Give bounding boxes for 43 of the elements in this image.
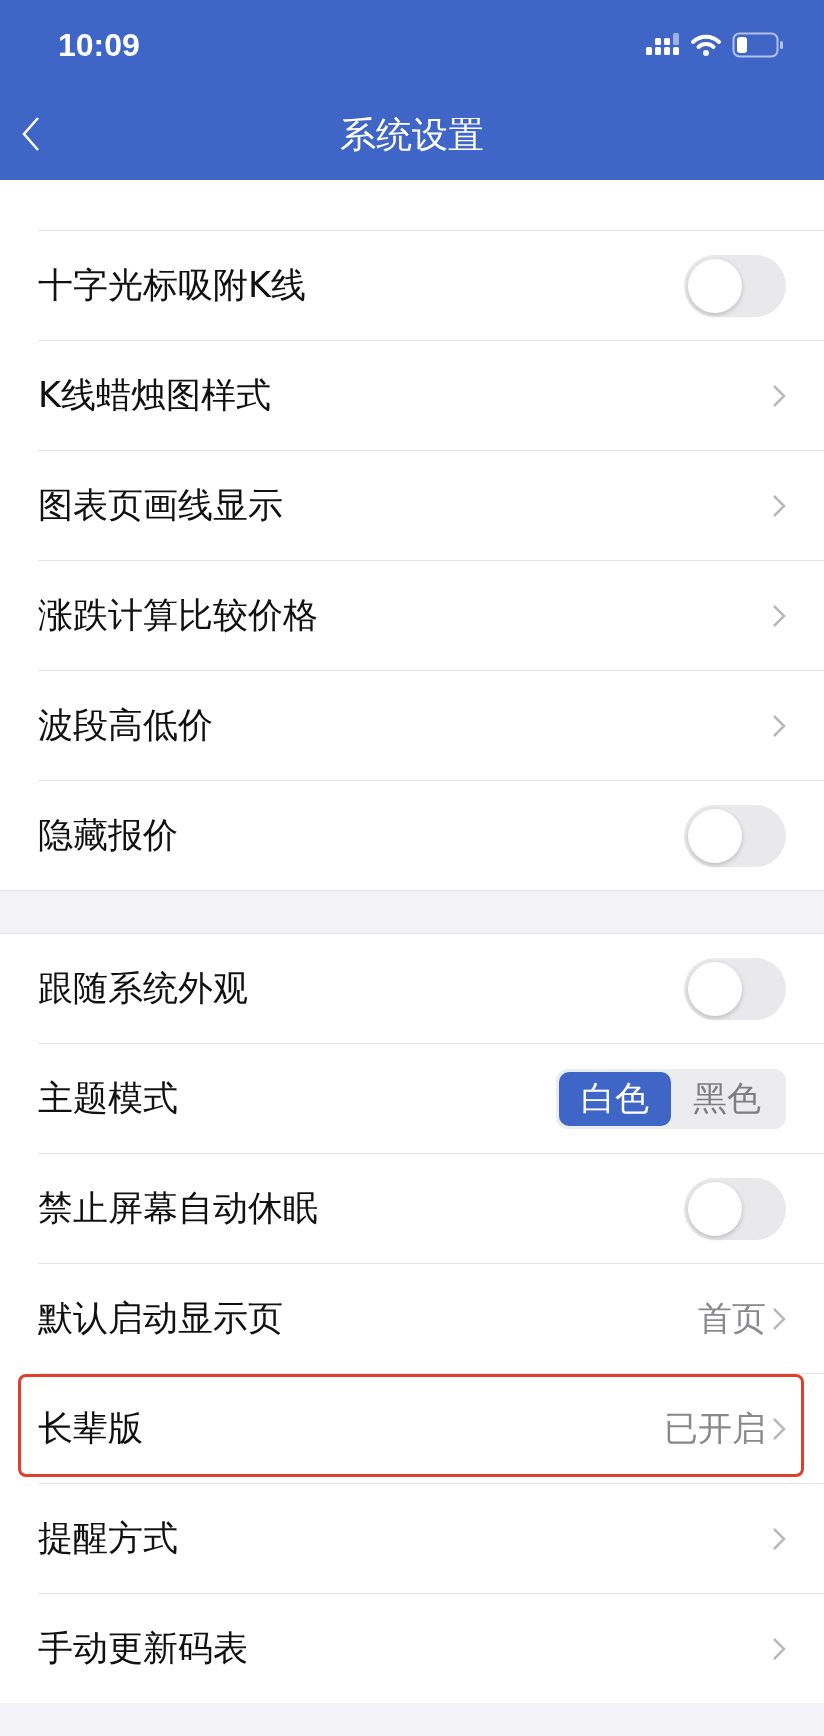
settings-row[interactable]: 波段高低价 bbox=[38, 671, 824, 781]
row-label: 手动更新码表 bbox=[38, 1627, 248, 1670]
settings-row[interactable]: 涨跌计算比较价格 bbox=[38, 561, 824, 671]
row-label: K线蜡烛图样式 bbox=[38, 374, 271, 417]
settings-row[interactable]: 默认启动显示页 首页 bbox=[38, 1264, 824, 1374]
row-value: 首页 bbox=[698, 1296, 766, 1340]
settings-row[interactable]: 隐藏报价 bbox=[38, 781, 824, 890]
segment-option[interactable]: 白色 bbox=[559, 1071, 671, 1126]
row-label: 跟随系统外观 bbox=[38, 967, 248, 1010]
chevron-icon bbox=[772, 1636, 786, 1661]
row-label: 图表页画线显示 bbox=[38, 484, 283, 527]
chevron-icon bbox=[772, 383, 786, 408]
row-label: 十字光标吸附K线 bbox=[38, 264, 306, 307]
signal-icon bbox=[646, 33, 680, 57]
row-label: 默认启动显示页 bbox=[38, 1297, 283, 1340]
settings-row[interactable]: 手动更新码表 bbox=[38, 1594, 824, 1703]
settings-row[interactable]: 禁止屏幕自动休眠 bbox=[38, 1154, 824, 1264]
row-label: 提醒方式 bbox=[38, 1517, 178, 1560]
settings-row[interactable]: 十字光标吸附K线 bbox=[38, 231, 824, 341]
settings-row[interactable]: 跟随系统外观 bbox=[38, 934, 824, 1044]
status-time: 10:09 bbox=[58, 26, 140, 64]
row-label: 涨跌计算比较价格 bbox=[38, 594, 318, 637]
chevron-icon bbox=[772, 603, 786, 628]
settings-row[interactable]: 长辈版 已开启 bbox=[38, 1374, 824, 1484]
row-label: 隐藏报价 bbox=[38, 814, 178, 857]
chevron-icon bbox=[772, 1526, 786, 1551]
chevron-icon bbox=[772, 1416, 786, 1441]
battery-icon bbox=[732, 32, 784, 58]
wifi-icon bbox=[690, 33, 722, 57]
back-icon[interactable] bbox=[22, 116, 40, 152]
row-label: 主题模式 bbox=[38, 1077, 178, 1120]
row-label: 波段高低价 bbox=[38, 704, 213, 747]
settings-row[interactable]: 图表页画线显示 bbox=[38, 451, 824, 561]
row-label: 长辈版 bbox=[38, 1407, 143, 1450]
settings-row[interactable]: 主题模式 白色 黑色 bbox=[38, 1044, 824, 1154]
row-value: 已开启 bbox=[664, 1406, 766, 1450]
chevron-icon bbox=[772, 1306, 786, 1331]
chevron-icon bbox=[772, 713, 786, 738]
row-label: 禁止屏幕自动休眠 bbox=[38, 1187, 318, 1230]
chevron-icon bbox=[772, 493, 786, 518]
page-title: 系统设置 bbox=[340, 112, 484, 157]
settings-row[interactable]: 提醒方式 bbox=[38, 1484, 824, 1594]
settings-row[interactable]: K线蜡烛图样式 bbox=[38, 341, 824, 451]
